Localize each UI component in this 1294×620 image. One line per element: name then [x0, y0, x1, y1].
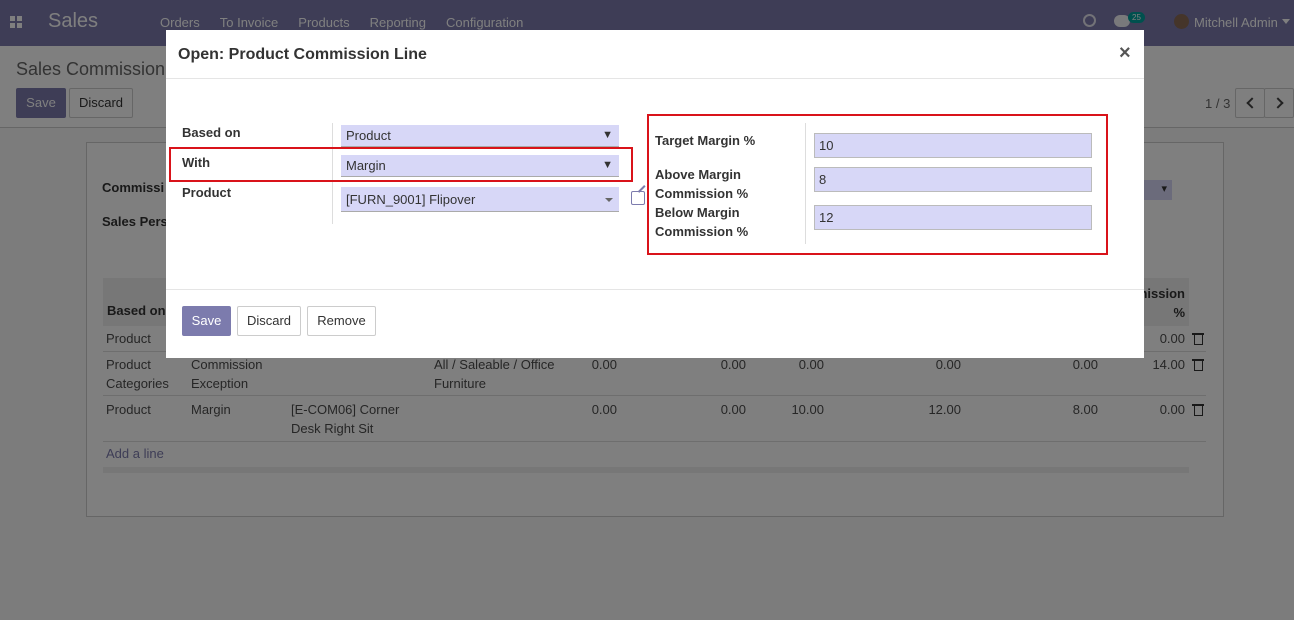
modal-footer: Save Discard Remove: [166, 289, 1144, 358]
highlight-box-with: [169, 147, 633, 182]
external-link-icon[interactable]: [631, 191, 645, 205]
based-on-select[interactable]: Product ▼: [341, 125, 619, 147]
product-commission-line-dialog: Open: Product Commission Line × Based on…: [166, 30, 1144, 358]
based-on-label: Based on: [182, 125, 241, 140]
product-value: [FURN_9001] Flipover: [346, 192, 476, 207]
close-icon[interactable]: ×: [1119, 42, 1131, 65]
modal-title: Open: Product Commission Line: [178, 46, 427, 63]
remove-button[interactable]: Remove: [307, 306, 376, 336]
based-on-value: Product: [346, 128, 391, 143]
discard-button[interactable]: Discard: [237, 306, 301, 336]
product-label: Product: [182, 185, 232, 200]
highlight-box-margins: [647, 114, 1108, 255]
save-button[interactable]: Save: [182, 306, 231, 336]
chevron-down-icon[interactable]: [605, 198, 613, 202]
caret-down-icon: ▼: [602, 129, 613, 141]
modal-header: Open: Product Commission Line ×: [166, 30, 1144, 79]
product-field[interactable]: [FURN_9001] Flipover: [341, 187, 619, 212]
